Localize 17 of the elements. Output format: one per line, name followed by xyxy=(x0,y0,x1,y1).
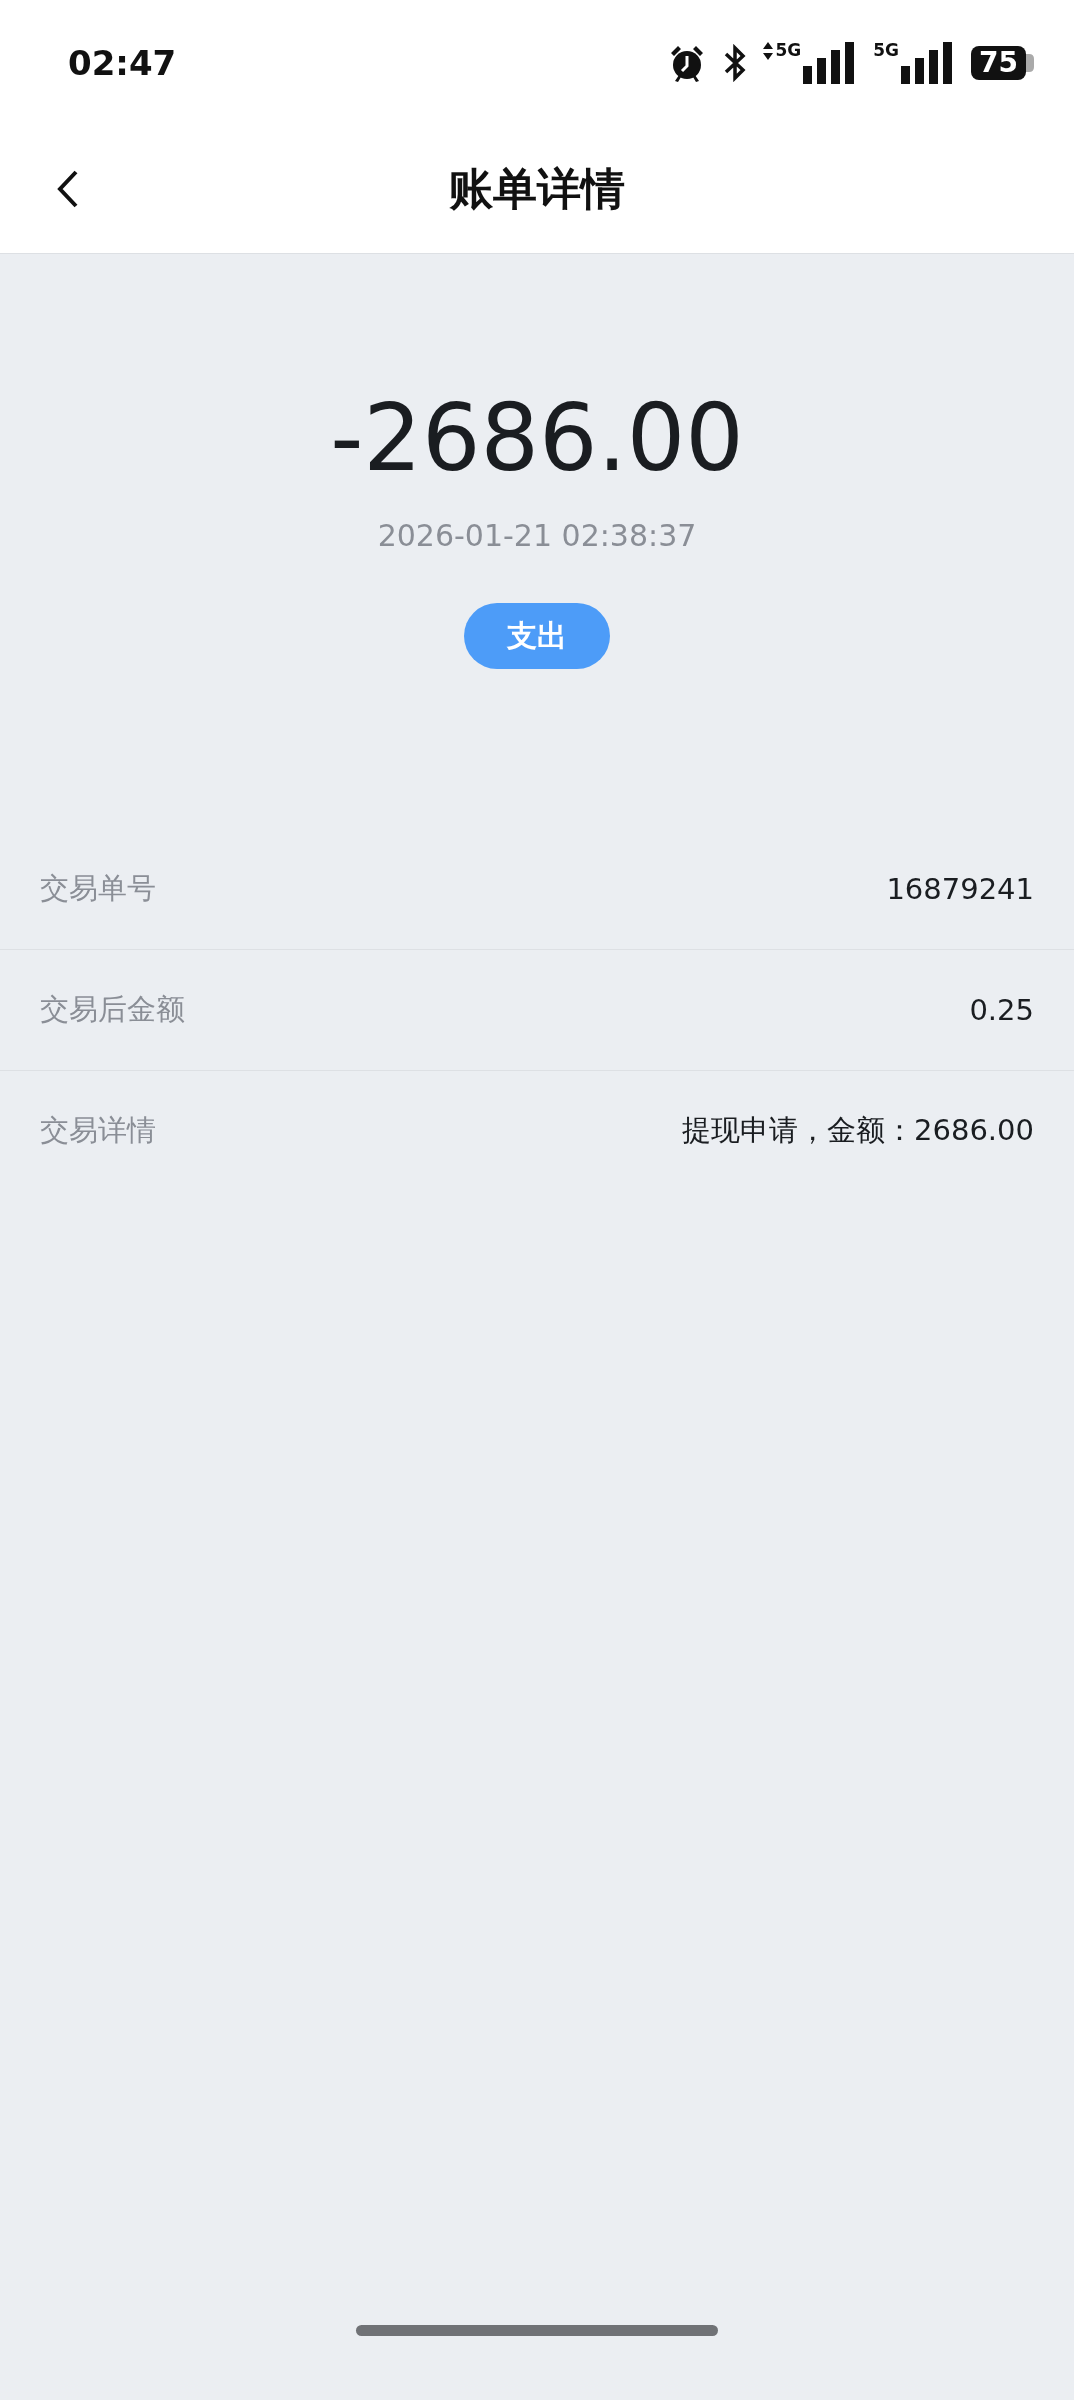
detail-label: 交易详情 xyxy=(40,1112,156,1150)
detail-label: 交易单号 xyxy=(40,870,156,908)
amount: -2686.00 xyxy=(330,384,744,494)
battery-level: 75 xyxy=(971,45,1026,80)
detail-value: 16879241 xyxy=(886,872,1034,907)
data-arrows-icon xyxy=(763,41,774,60)
type-badge: 支出 xyxy=(464,603,610,670)
detail-value: 提现申请，金额：2686.00 xyxy=(682,1112,1034,1150)
bluetooth-icon xyxy=(723,43,748,82)
page-title: 账单详情 xyxy=(449,161,625,216)
network-label: 5G xyxy=(873,41,900,59)
transaction-time: 2026-01-21 02:38:37 xyxy=(377,518,697,554)
battery-cap-icon xyxy=(1026,53,1034,72)
detail-label: 交易后金额 xyxy=(40,991,185,1029)
status-time: 02:47 xyxy=(68,42,177,83)
detail-value: 0.25 xyxy=(969,993,1034,1028)
network-label: 5G xyxy=(775,41,802,59)
